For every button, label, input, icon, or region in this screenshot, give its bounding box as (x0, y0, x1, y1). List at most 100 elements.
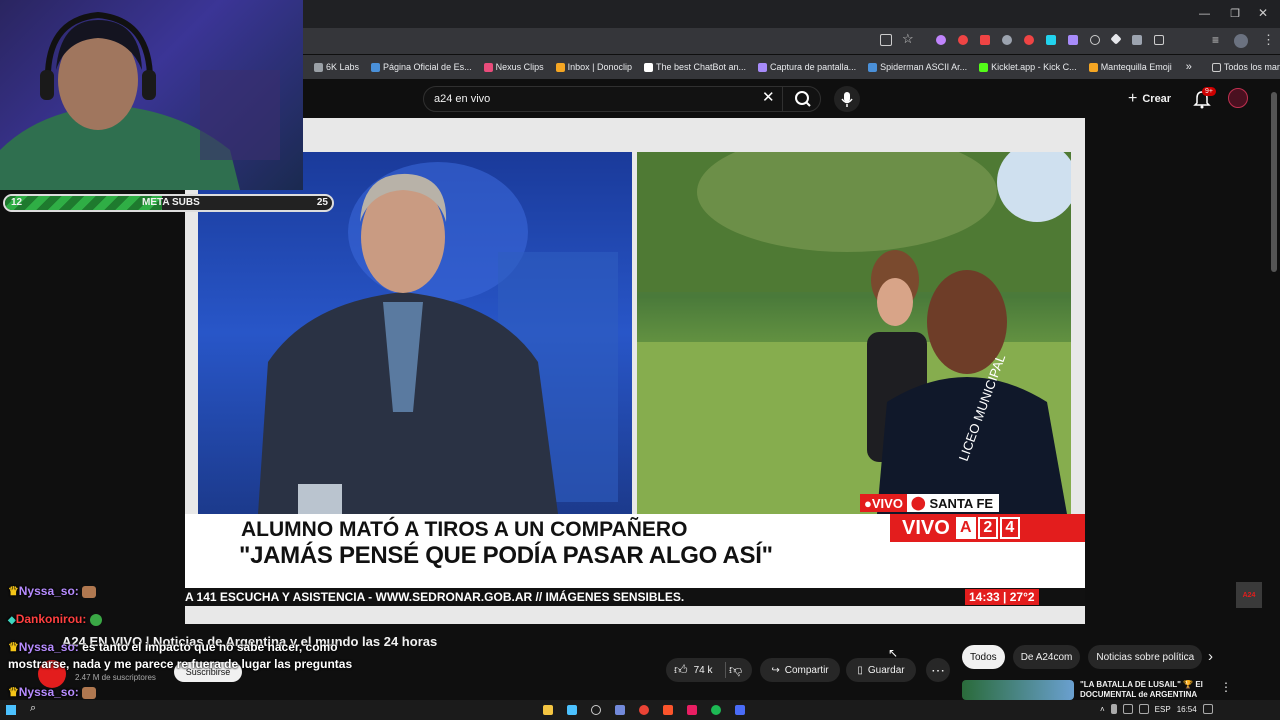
chat-message: ♛Nyssa_so: (8, 685, 97, 699)
recommended-video-thumbnail[interactable] (962, 680, 1074, 700)
windows-start-icon[interactable] (6, 705, 16, 715)
notifications-icon[interactable] (1202, 704, 1213, 714)
dislike-icon[interactable]: 👎︎ (729, 662, 742, 678)
search-icon[interactable]: ⌕ (30, 702, 36, 715)
bookmark-item[interactable]: The best ChatBot an... (643, 62, 747, 72)
sub-goal-target: 25 (316, 197, 328, 208)
location-pin-icon: ⬤ (910, 495, 926, 510)
bookmark-item[interactable]: 6K Labs (314, 62, 359, 72)
extension-icon[interactable] (958, 35, 968, 45)
extension-icon[interactable] (1110, 33, 1122, 45)
channel-watermark[interactable]: A24 (1236, 582, 1262, 608)
bookmark-item[interactable]: Página Oficial de Es... (371, 62, 472, 72)
emote-icon (82, 686, 97, 699)
all-bookmarks-folder[interactable]: Todos los marcadores (1211, 62, 1280, 72)
more-actions-button[interactable]: ⋯ (926, 658, 950, 682)
spotify-icon[interactable] (711, 705, 721, 715)
chevron-right-icon[interactable]: › (1208, 648, 1213, 665)
extension-icon[interactable] (1132, 35, 1142, 45)
live-tag-text: VIVO (871, 495, 903, 511)
filter-chip[interactable]: De A24com (1012, 645, 1081, 669)
save-button[interactable]: ▯ Guardar (846, 658, 916, 682)
sub-goal-label: META SUBS (142, 197, 200, 208)
close-window-icon[interactable]: ✕ (1258, 6, 1268, 20)
brand-letter: 2 (977, 517, 998, 539)
bookmark-item[interactable]: Spiderman ASCII Ar... (868, 62, 967, 72)
search-button[interactable] (782, 86, 822, 112)
recommended-video-title[interactable]: "LA BATALLA DE LUSAIL" 🏆 El DOCUMENTAL d… (1080, 680, 1210, 700)
search-input-value: a24 en vivo (434, 93, 491, 105)
voice-search-button[interactable] (834, 86, 860, 112)
bookmark-label: The best ChatBot an... (655, 62, 747, 72)
bookmarks-more-icon[interactable]: » (1186, 61, 1192, 73)
account-avatar[interactable] (1228, 88, 1248, 108)
language-indicator[interactable]: ESP (1155, 705, 1171, 714)
extension-icon[interactable] (980, 35, 990, 45)
all-bookmarks-label: Todos los marcadores (1223, 62, 1280, 72)
bookmark-label: Nexus Clips (495, 62, 544, 72)
tray-chevron-icon[interactable]: ˄ (1100, 705, 1105, 714)
app-icon[interactable] (735, 705, 745, 715)
folder-icon (1211, 62, 1221, 72)
share-button[interactable]: ↪ Compartir (760, 658, 840, 682)
extension-icon[interactable] (1024, 35, 1034, 45)
extension-icon[interactable] (1068, 35, 1078, 45)
bookmark-star-icon[interactable]: ☆ (902, 31, 914, 47)
profile-avatar[interactable] (1234, 34, 1248, 48)
bookmark-favicon-icon (868, 62, 878, 72)
quote-text: "JAMÁS PENSÉ QUE PODÍA PASAR ALGO ASÍ" (239, 542, 773, 569)
create-button[interactable]: + Crear (1128, 90, 1171, 108)
extensions-row (936, 33, 1164, 45)
extension-icon[interactable] (1046, 35, 1056, 45)
app-icon[interactable] (591, 705, 601, 715)
app-icon[interactable] (567, 705, 577, 715)
bookmark-favicon-icon (643, 62, 653, 72)
tab-search-icon[interactable]: ≡ (1212, 33, 1219, 47)
like-icon[interactable]: 👍︎ (674, 662, 688, 678)
discord-icon[interactable] (615, 705, 625, 715)
like-count[interactable]: 74 k (694, 665, 713, 676)
page-scrollbar[interactable] (1271, 92, 1277, 272)
file-explorer-icon[interactable] (543, 705, 553, 715)
headline-text: ALUMNO MATÓ A TIROS A UN COMPAÑERO (241, 518, 688, 541)
volume-icon[interactable] (1138, 704, 1149, 714)
notification-badge: 9+ (1202, 87, 1216, 96)
install-app-icon[interactable] (880, 34, 892, 46)
chat-message: ◆Dankonirou: (8, 612, 102, 626)
network-icon[interactable] (1122, 704, 1133, 714)
filter-chip[interactable]: Todos (962, 645, 1005, 669)
bookmark-label: Captura de pantalla... (770, 62, 857, 72)
bookmark-item[interactable]: Kicklet.app - Kick C... (979, 62, 1077, 72)
bookmark-label: Kicklet.app - Kick C... (991, 62, 1077, 72)
bookmark-label: Inbox | Donoclip (567, 62, 632, 72)
extension-icon[interactable] (936, 35, 946, 45)
bookmark-label: Spiderman ASCII Ar... (880, 62, 968, 72)
extension-icon[interactable] (1002, 35, 1012, 45)
bookmark-item[interactable]: Mantequilla Emoji (1088, 62, 1172, 72)
badge-icon: ◆ (8, 615, 16, 626)
minimize-icon[interactable]: — (1199, 8, 1210, 20)
filter-chip[interactable]: Noticias sobre política (1088, 645, 1203, 669)
brave-icon[interactable] (663, 705, 673, 715)
microphone-icon[interactable] (1110, 704, 1117, 714)
lower-third: ALUMNO MATÓ A TIROS A UN COMPAÑERO "JAMÁ… (185, 514, 1085, 588)
bookmark-item[interactable]: Inbox | Donoclip (555, 62, 632, 72)
bookmark-item[interactable]: Captura de pantalla... (758, 62, 856, 72)
chrome-icon[interactable] (639, 705, 649, 715)
crown-badge-icon: ♛ (8, 584, 19, 598)
clear-search-icon[interactable]: ✕ (762, 88, 775, 106)
restore-icon[interactable]: ❐ (1230, 7, 1240, 20)
extension-icon[interactable] (1090, 35, 1100, 45)
bookmark-item[interactable]: Nexus Clips (483, 62, 544, 72)
app-icon[interactable] (687, 705, 697, 715)
location-text: SANTA FE (929, 495, 994, 511)
system-tray: ˄ ESP 16:54 (1100, 704, 1213, 714)
notifications-button[interactable]: 9+ (1192, 87, 1216, 114)
bookmark-label: Mantequilla Emoji (1100, 62, 1172, 72)
clock[interactable]: 16:54 (1177, 705, 1197, 714)
brand-vivo: VIVO (902, 516, 950, 539)
emote-icon (82, 585, 97, 598)
recommended-menu-icon[interactable]: ⋮ (1220, 680, 1232, 694)
browser-menu-icon[interactable]: ⋮ (1262, 32, 1275, 48)
extensions-puzzle-icon[interactable] (1154, 35, 1164, 45)
